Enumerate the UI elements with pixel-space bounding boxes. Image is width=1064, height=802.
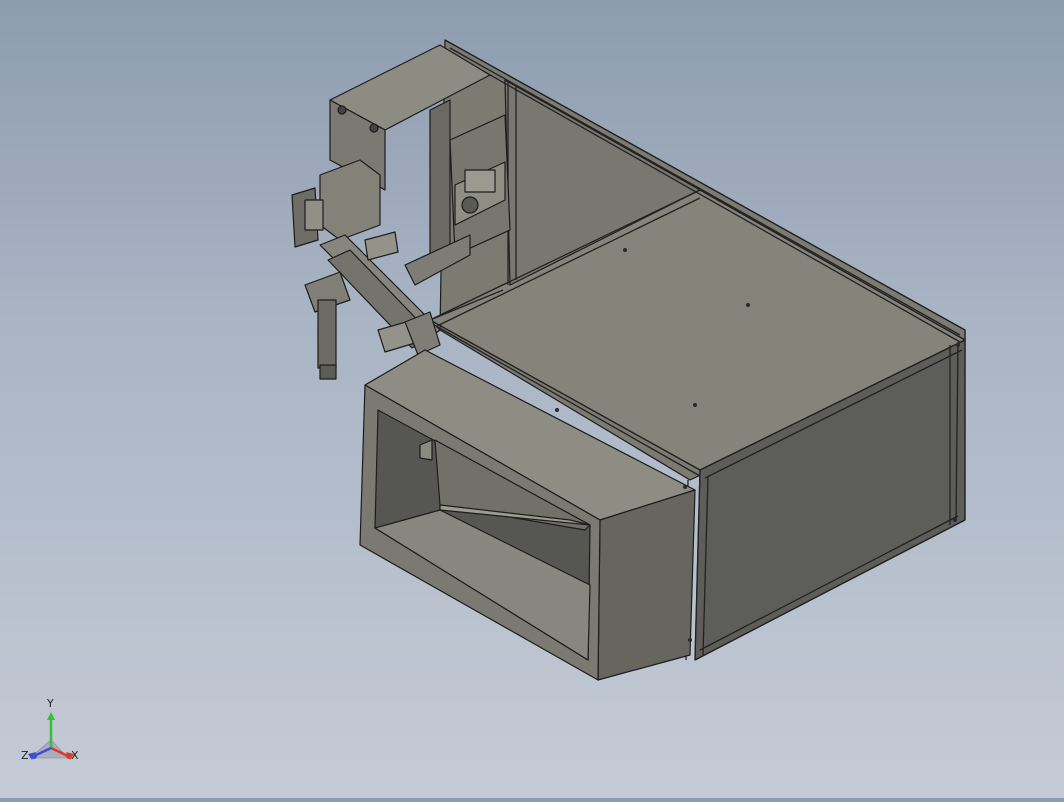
z-axis-dot — [31, 753, 37, 759]
bolt-hole — [369, 123, 379, 133]
inner-column — [429, 99, 451, 271]
guide-block — [464, 169, 496, 193]
pivot-hole — [461, 196, 479, 214]
cad-viewport[interactable]: Y X Z — [0, 0, 1064, 798]
y-axis-head — [47, 712, 55, 720]
y-axis-label: Y — [47, 697, 54, 710]
hopper-right-face — [597, 489, 696, 681]
arm-link-block — [364, 231, 399, 261]
model-render[interactable] — [0, 0, 1064, 798]
jaw-plate — [304, 199, 324, 231]
cylinder-cap — [319, 364, 337, 380]
x-axis-label: X — [71, 749, 79, 762]
air-cylinder — [317, 299, 337, 369]
axis-triad: Y X Z — [18, 697, 88, 772]
bolt-hole — [337, 105, 347, 115]
gripper-block — [319, 159, 381, 241]
z-axis-label: Z — [21, 749, 29, 762]
